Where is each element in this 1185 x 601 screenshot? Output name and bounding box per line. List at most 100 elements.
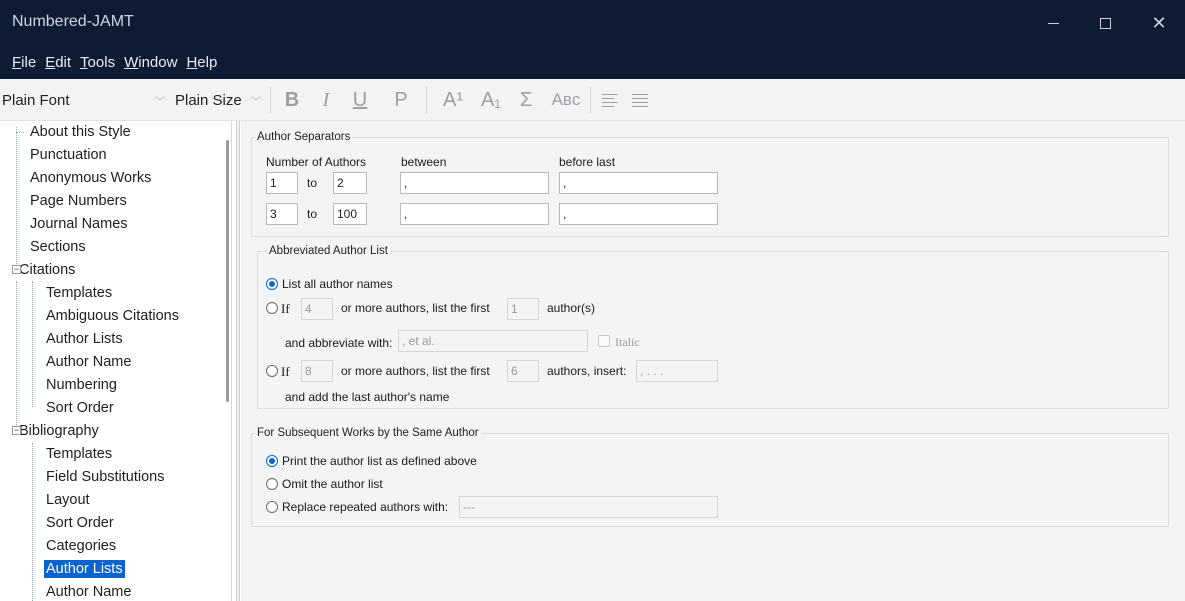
underline-button[interactable]: U bbox=[348, 86, 372, 114]
tree-item-label: Sort Order bbox=[46, 515, 114, 531]
tree-item-bibliography-sort-order[interactable]: Sort Order bbox=[34, 512, 114, 534]
menu-help-label: elp bbox=[197, 54, 218, 71]
omit-author-list-radio[interactable] bbox=[266, 478, 278, 490]
tree-item-label: Numbering bbox=[46, 377, 117, 393]
tree-item-layout[interactable]: Layout bbox=[34, 489, 90, 511]
list-all-radio[interactable] bbox=[266, 278, 278, 290]
tree-item-citations-author-lists[interactable]: Author Lists bbox=[34, 328, 123, 350]
align-left-button[interactable] bbox=[598, 86, 622, 114]
toolbar-divider bbox=[426, 87, 427, 113]
font-select[interactable]: Plain Font ﹀ bbox=[0, 88, 168, 112]
collapse-icon[interactable]: − bbox=[12, 265, 21, 274]
subscript-button[interactable]: A₁ bbox=[476, 86, 506, 114]
abbreviate-insert-radio[interactable] bbox=[266, 365, 278, 377]
tree-item-page-numbers[interactable]: Page Numbers bbox=[18, 190, 127, 212]
tree-item-numbering[interactable]: Numbering bbox=[34, 374, 117, 396]
authors-suffix-label: author(s) bbox=[547, 301, 596, 315]
tree-item-ambiguous-citations[interactable]: Ambiguous Citations bbox=[34, 305, 179, 327]
tree-scrollbar[interactable] bbox=[226, 140, 229, 402]
menu-file[interactable]: File bbox=[8, 54, 40, 71]
tree-item-categories[interactable]: Categories bbox=[34, 535, 116, 557]
italic-checkbox[interactable] bbox=[598, 335, 610, 347]
abbreviated-author-list-title: Abbreviated Author List bbox=[267, 245, 390, 257]
tree-item-label: Ambiguous Citations bbox=[46, 308, 179, 324]
tree-item-bibliography[interactable]: − Bibliography bbox=[8, 420, 99, 442]
window-title: Numbered-JAMT bbox=[12, 13, 134, 30]
tree-item-journal-names[interactable]: Journal Names bbox=[18, 213, 128, 235]
tree-item-punctuation[interactable]: Punctuation bbox=[18, 144, 107, 166]
toolbar-divider bbox=[590, 87, 591, 113]
menu-help[interactable]: Help bbox=[182, 54, 221, 71]
row2-between-input[interactable]: , bbox=[400, 203, 549, 225]
style-tree: About this Style Punctuation Anonymous W… bbox=[8, 121, 232, 601]
row1-between-input[interactable]: , bbox=[400, 172, 549, 194]
abbreviated-author-list-group bbox=[257, 251, 1169, 409]
tree-item-label: Citations bbox=[19, 262, 76, 278]
tree-item-bibliography-author-lists[interactable]: Author Lists bbox=[34, 558, 125, 580]
close-icon: ✕ bbox=[1151, 12, 1167, 33]
row2-to-input[interactable]: 100 bbox=[333, 203, 367, 225]
row1-from-input[interactable]: 1 bbox=[266, 172, 298, 194]
tree-item-sections[interactable]: Sections bbox=[18, 236, 86, 258]
insert-first-count-input[interactable]: 6 bbox=[507, 360, 539, 382]
insert-min-authors-input[interactable]: 8 bbox=[301, 360, 333, 382]
tree-item-label: Sections bbox=[30, 239, 86, 255]
menu-tools-accel: T bbox=[80, 54, 88, 71]
abbreviate-radio[interactable] bbox=[266, 302, 278, 314]
row2-from-input[interactable]: 3 bbox=[266, 203, 298, 225]
size-select-value: Plain Size bbox=[175, 91, 242, 109]
insert-text-input[interactable]: , . . . bbox=[636, 360, 718, 382]
smallcaps-button[interactable]: Aʙᴄ bbox=[548, 86, 584, 114]
replace-authors-input[interactable]: --- bbox=[459, 496, 718, 518]
chevron-down-icon: ﹀ bbox=[251, 96, 261, 108]
tree-item-label: Bibliography bbox=[19, 423, 99, 439]
superscript-button[interactable]: A¹ bbox=[438, 86, 468, 114]
print-author-list-radio[interactable] bbox=[266, 455, 278, 467]
justify-button[interactable] bbox=[628, 86, 652, 114]
italic-button[interactable]: I bbox=[314, 86, 338, 114]
maximize-button[interactable] bbox=[1082, 0, 1128, 46]
symbol-button[interactable]: Σ bbox=[512, 86, 540, 114]
tree-item-about[interactable]: About this Style bbox=[16, 121, 131, 143]
plain-button[interactable]: P bbox=[390, 86, 412, 114]
tree-item-citations[interactable]: − Citations bbox=[8, 259, 75, 281]
tree-item-label: Author Name bbox=[46, 354, 132, 370]
menu-edit-label: dit bbox=[55, 54, 72, 71]
tree-item-label: Punctuation bbox=[30, 147, 107, 163]
menu-tools[interactable]: Tools bbox=[76, 54, 119, 71]
tree-item-anonymous-works[interactable]: Anonymous Works bbox=[18, 167, 151, 189]
abbreviate-with-label: and abbreviate with: bbox=[285, 336, 393, 350]
more-authors-label: or more authors, list the first bbox=[341, 364, 490, 378]
close-button[interactable]: ✕ bbox=[1136, 0, 1182, 46]
menu-window[interactable]: Window bbox=[120, 54, 181, 71]
abbreviate-with-input[interactable]: , et al. bbox=[398, 330, 588, 352]
tree-item-field-substitutions[interactable]: Field Substitutions bbox=[34, 466, 164, 488]
collapse-icon[interactable]: − bbox=[12, 426, 21, 435]
if-label: If bbox=[281, 364, 290, 379]
abbreviate-min-authors-input[interactable]: 4 bbox=[301, 298, 333, 320]
menu-edit[interactable]: Edit bbox=[41, 54, 75, 71]
replace-authors-label: Replace repeated authors with: bbox=[282, 500, 449, 514]
minimize-button[interactable] bbox=[1030, 0, 1076, 46]
pane-splitter[interactable] bbox=[236, 121, 240, 601]
number-of-authors-header: Number of Authors bbox=[266, 155, 367, 169]
author-separators-title: Author Separators bbox=[255, 131, 353, 143]
row1-to-input[interactable]: 2 bbox=[333, 172, 367, 194]
row1-before-last-input[interactable]: , bbox=[559, 172, 718, 194]
bold-button[interactable]: B bbox=[280, 86, 304, 114]
replace-authors-radio[interactable] bbox=[266, 501, 278, 513]
tree-item-citations-author-name[interactable]: Author Name bbox=[34, 351, 131, 373]
tree-item-bibliography-author-name[interactable]: Author Name bbox=[34, 581, 131, 601]
authors-insert-label: authors, insert: bbox=[547, 364, 627, 378]
tree-connector bbox=[32, 281, 33, 407]
tree-item-citations-templates[interactable]: Templates bbox=[34, 282, 112, 304]
format-toolbar: Plain Font ﹀ Plain Size ﹀ B I U P A¹ A₁ … bbox=[0, 79, 1185, 121]
toolbar-divider bbox=[270, 87, 271, 113]
title-bar: Numbered-JAMT ✕ bbox=[0, 0, 1185, 46]
tree-item-bibliography-templates[interactable]: Templates bbox=[34, 443, 112, 465]
row2-before-last-input[interactable]: , bbox=[559, 203, 718, 225]
menu-bar: File Edit Tools Window Help bbox=[0, 46, 1185, 79]
size-select[interactable]: Plain Size ﹀ bbox=[172, 88, 264, 112]
tree-item-citations-sort-order[interactable]: Sort Order bbox=[34, 397, 114, 419]
abbreviate-first-count-input[interactable]: 1 bbox=[507, 298, 539, 320]
